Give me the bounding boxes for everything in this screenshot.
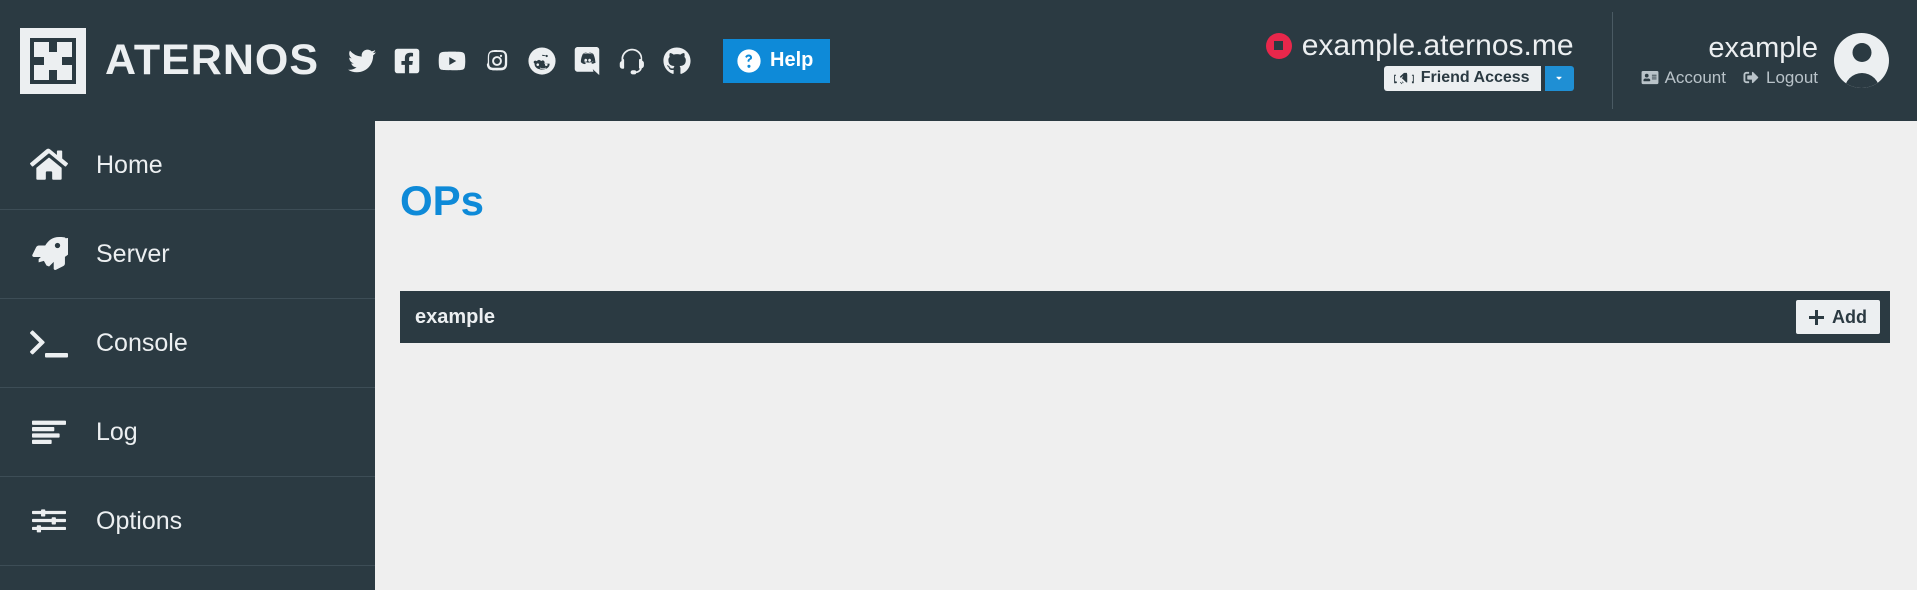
help-button-label: Help xyxy=(770,49,814,71)
instagram-icon[interactable] xyxy=(483,47,511,75)
sliders-icon xyxy=(26,504,72,538)
header-left-group: ATERNOS Help xyxy=(0,0,831,121)
page-title: OPs xyxy=(400,177,485,224)
twitter-icon[interactable] xyxy=(348,47,377,75)
sidebar-item-console[interactable]: Console xyxy=(0,299,375,388)
sidebar-item-label: Home xyxy=(96,150,163,179)
account-links: Account Logout xyxy=(1641,68,1818,88)
rocket-icon xyxy=(26,237,72,271)
sidebar-item-label: Options xyxy=(96,506,183,535)
account-text: example Account Logout xyxy=(1641,33,1818,87)
plus-icon xyxy=(1809,309,1824,325)
friend-access-label: Friend Access xyxy=(1420,69,1530,87)
facebook-icon[interactable] xyxy=(393,47,421,75)
access-control-row: Friend Access xyxy=(1383,66,1574,92)
header-right-group: example.aternos.me Friend Access example xyxy=(1246,0,1917,121)
sidebar-item-label: Console xyxy=(96,328,188,357)
user-avatar-icon[interactable] xyxy=(1834,33,1889,88)
sign-out-icon xyxy=(1743,72,1759,84)
social-links xyxy=(348,46,691,75)
sidebar-item-server[interactable]: Server xyxy=(0,210,375,299)
ops-list-row: example Add xyxy=(400,291,1890,343)
question-circle-icon xyxy=(737,48,761,73)
account-link-label: Account xyxy=(1664,67,1726,87)
sidebar-item-options[interactable]: Options xyxy=(0,477,375,566)
server-info: example.aternos.me Friend Access xyxy=(1246,0,1612,121)
chevron-down-icon[interactable] xyxy=(1544,66,1574,92)
app-header: ATERNOS Help example.aternos.me Friend A… xyxy=(0,0,1917,121)
youtube-icon[interactable] xyxy=(438,47,466,75)
teamspeak-icon[interactable] xyxy=(618,47,646,75)
server-name-row: example.aternos.me xyxy=(1265,30,1574,62)
home-icon xyxy=(26,148,72,182)
handshake-icon xyxy=(1393,72,1414,84)
terminal-icon xyxy=(26,326,72,360)
account-link[interactable]: Account xyxy=(1641,68,1726,88)
logout-link-label: Logout xyxy=(1766,67,1818,87)
reddit-icon[interactable] xyxy=(528,46,556,75)
stop-square-icon[interactable] xyxy=(1265,32,1292,59)
account-username: example xyxy=(1708,32,1818,65)
app-page: ATERNOS Help example.aternos.me Friend A… xyxy=(0,0,1917,590)
sidebar-nav: Home Server Console Log Options xyxy=(0,121,375,590)
help-button[interactable]: Help xyxy=(723,38,831,83)
server-address[interactable]: example.aternos.me xyxy=(1302,30,1574,62)
github-icon[interactable] xyxy=(663,46,691,75)
ops-entry-name: example xyxy=(415,305,496,328)
brand-wordmark[interactable]: ATERNOS xyxy=(105,39,319,82)
list-lines-icon xyxy=(26,415,72,449)
sidebar-item-label: Server xyxy=(96,239,170,268)
sidebar-item-home[interactable]: Home xyxy=(0,121,375,210)
add-button-label: Add xyxy=(1832,306,1867,327)
main-content: OPs example Add xyxy=(375,121,1917,590)
logout-link[interactable]: Logout xyxy=(1742,68,1818,88)
sidebar-item-log[interactable]: Log xyxy=(0,388,375,477)
discord-icon[interactable] xyxy=(573,46,601,75)
friend-access-button[interactable]: Friend Access xyxy=(1383,66,1541,92)
add-button[interactable]: Add xyxy=(1796,300,1880,334)
account-info: example Account Logout xyxy=(1613,0,1917,121)
sidebar-item-overflow[interactable] xyxy=(0,566,375,590)
aternos-square-logo-icon[interactable] xyxy=(20,27,86,94)
sidebar-item-label: Log xyxy=(96,417,138,446)
id-card-icon xyxy=(1641,71,1658,85)
